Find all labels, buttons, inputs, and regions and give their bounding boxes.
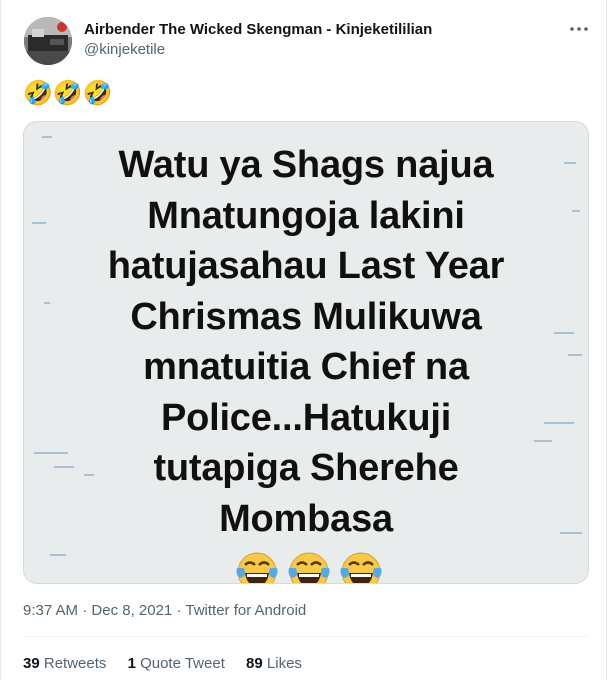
retweets-stat[interactable]: 39 Retweets — [23, 655, 106, 672]
user-handle[interactable]: @kinjeketile — [84, 41, 165, 58]
tweet-time: 9:37 AM — [23, 602, 79, 619]
meta-separator: · — [176, 602, 182, 619]
tweet-date: Dec 8, 2021 — [91, 602, 173, 619]
tears-of-joy-icon — [340, 552, 382, 583]
tears-of-joy-icon — [236, 552, 278, 583]
tweet-source[interactable]: Twitter for Android — [185, 602, 306, 619]
tweet-card: Airbender The Wicked Skengman - Kinjeket… — [0, 0, 607, 680]
meta-separator: · — [82, 602, 88, 619]
media-emoji-group — [228, 548, 384, 583]
tweet-meta: 9:37 AM · Dec 8, 2021 · Twitter for Andr… — [23, 602, 306, 619]
tweet-timestamp-link[interactable]: 9:37 AM · Dec 8, 2021 — [23, 602, 172, 619]
tweet-text: 🤣🤣🤣 — [23, 80, 113, 107]
retweets-count: 39 — [23, 655, 40, 672]
tears-of-joy-icon — [288, 552, 330, 583]
likes-stat[interactable]: 89 Likes — [246, 655, 302, 672]
quote-tweets-label: Quote Tweet — [140, 655, 225, 672]
tweet-media-image[interactable]: Watu ya Shags najua Mnatungoja lakini ha… — [23, 121, 589, 584]
quote-tweets-count: 1 — [127, 655, 136, 672]
media-caption-lines: Watu ya Shags najua Mnatungoja lakini ha… — [107, 144, 505, 540]
more-horizontal-icon — [570, 27, 588, 31]
divider — [23, 636, 589, 637]
background-speck — [42, 136, 52, 138]
quote-tweets-stat[interactable]: 1 Quote Tweet — [128, 655, 225, 672]
avatar-image — [24, 17, 72, 65]
retweets-label: Retweets — [43, 655, 107, 672]
likes-label: Likes — [266, 655, 302, 672]
media-caption-text: Watu ya Shags najua Mnatungoja lakini ha… — [24, 140, 588, 583]
tweet-stats: 39 Retweets 1 Quote Tweet 89 Likes — [23, 655, 319, 672]
more-options-button[interactable] — [567, 19, 591, 39]
likes-count: 89 — [246, 655, 263, 672]
avatar[interactable] — [24, 17, 72, 65]
display-name[interactable]: Airbender The Wicked Skengman - Kinjeket… — [84, 21, 432, 38]
